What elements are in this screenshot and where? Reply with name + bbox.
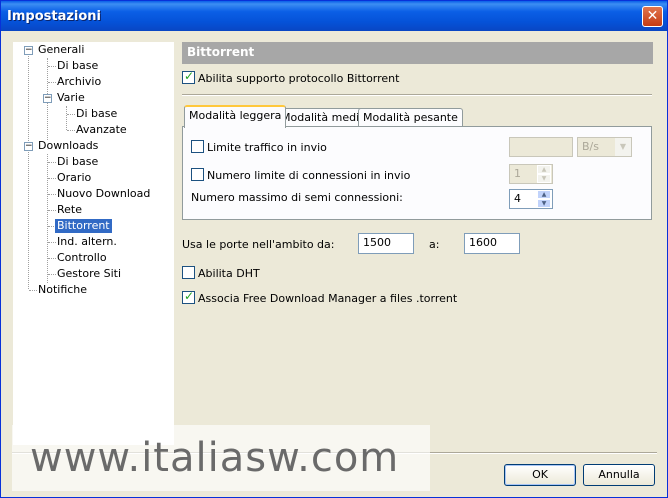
upload-limit-label: Limite traffico in invio bbox=[207, 141, 327, 154]
divider bbox=[182, 94, 652, 96]
dht-label: Abilita DHT bbox=[198, 267, 260, 280]
tree-line bbox=[48, 258, 56, 259]
tree-line bbox=[67, 130, 75, 131]
upload-limit-unit: B/s bbox=[582, 140, 599, 153]
title-bar[interactable]: Impostazioni ✕ bbox=[1, 1, 667, 31]
chevron-down-icon: ▼ bbox=[615, 138, 631, 156]
spin-up-icon[interactable]: ▲ bbox=[537, 165, 551, 174]
spin-up-icon[interactable]: ▲ bbox=[537, 190, 551, 199]
tree-item-downloads[interactable]: Downloads bbox=[38, 139, 98, 153]
ok-button[interactable]: OK bbox=[504, 464, 576, 486]
port-range-label: Usa le porte nell'ambito da: bbox=[182, 238, 335, 251]
tree-item-ind-altern[interactable]: Ind. altern. bbox=[57, 235, 117, 249]
tree-line bbox=[29, 290, 37, 291]
enable-bittorrent-checkbox[interactable] bbox=[182, 69, 195, 84]
tree-line bbox=[66, 106, 67, 130]
tab-heavy-mode[interactable]: Modalità pesante bbox=[358, 108, 463, 127]
tree-line bbox=[48, 226, 54, 227]
tree-item-rete[interactable]: Rete bbox=[57, 203, 82, 217]
spin-down-icon[interactable]: ▼ bbox=[537, 199, 551, 208]
settings-dialog: Impostazioni ✕ − Generali Di base Archiv… bbox=[0, 0, 668, 498]
port-from-input[interactable]: 1500 bbox=[358, 233, 414, 254]
tree-line bbox=[48, 178, 56, 179]
tree-item-avanzate[interactable]: Avanzate bbox=[76, 123, 127, 137]
spin-down-icon[interactable]: ▼ bbox=[537, 174, 551, 183]
tab-medium-mode[interactable]: Modalità media bbox=[276, 108, 371, 127]
upload-connections-label: Numero limite di connessioni in invio bbox=[207, 169, 411, 182]
tree-item-nuovo-download[interactable]: Nuovo Download bbox=[57, 187, 150, 201]
window-title: Impostazioni bbox=[7, 9, 102, 24]
half-connections-label: Numero massimo di semi connessioni: bbox=[191, 191, 403, 204]
tree-item-generali[interactable]: Generali bbox=[38, 43, 84, 57]
tree-line bbox=[48, 210, 56, 211]
collapse-generali-icon[interactable]: − bbox=[24, 46, 33, 55]
tree-line bbox=[48, 274, 56, 275]
tree-line bbox=[28, 54, 29, 289]
port-to-label: a: bbox=[429, 238, 440, 251]
tree-item-orario[interactable]: Orario bbox=[57, 171, 91, 185]
tree-item-downloads-di-base[interactable]: Di base bbox=[57, 155, 98, 169]
tree-item-varie[interactable]: Varie bbox=[57, 91, 85, 105]
collapse-varie-icon[interactable]: − bbox=[43, 94, 52, 103]
port-to-input[interactable]: 1600 bbox=[464, 233, 520, 254]
tree-item-varie-di-base[interactable]: Di base bbox=[76, 107, 117, 121]
section-header: Bittorrent bbox=[182, 42, 653, 64]
tree-line bbox=[48, 194, 56, 195]
watermark: www.italiasw.com bbox=[12, 425, 430, 491]
tree-item-controllo[interactable]: Controllo bbox=[57, 251, 107, 265]
tree-line bbox=[48, 242, 56, 243]
tree-item-archivio[interactable]: Archivio bbox=[57, 75, 101, 89]
close-button[interactable]: ✕ bbox=[642, 6, 663, 27]
associate-torrent-label: Associa Free Download Manager a files .t… bbox=[198, 292, 458, 305]
dht-checkbox[interactable] bbox=[182, 266, 195, 279]
tree-item-notifiche[interactable]: Notifiche bbox=[38, 283, 87, 297]
tree-line bbox=[48, 162, 56, 163]
upload-limit-unit-select[interactable]: B/s ▼ bbox=[577, 137, 632, 157]
settings-tree[interactable]: − Generali Di base Archivio − Varie Di b… bbox=[12, 41, 175, 446]
tab-light-mode[interactable]: Modalità leggera bbox=[184, 105, 287, 128]
upload-limit-checkbox[interactable] bbox=[191, 140, 204, 153]
upload-connections-checkbox[interactable] bbox=[191, 168, 204, 181]
tree-line bbox=[48, 66, 56, 67]
tree-item-gestore-siti[interactable]: Gestore Siti bbox=[57, 267, 121, 281]
upload-limit-input[interactable] bbox=[509, 137, 573, 157]
tree-item-di-base[interactable]: Di base bbox=[57, 59, 98, 73]
associate-torrent-checkbox[interactable] bbox=[182, 289, 195, 304]
tree-line bbox=[47, 154, 48, 283]
collapse-downloads-icon[interactable]: − bbox=[24, 142, 33, 151]
tree-line bbox=[67, 114, 75, 115]
tree-line bbox=[48, 82, 56, 83]
cancel-button[interactable]: Annulla bbox=[583, 464, 655, 486]
close-icon: ✕ bbox=[646, 8, 659, 24]
tree-item-bittorrent[interactable]: Bittorrent bbox=[55, 219, 112, 233]
enable-bittorrent-label: Abilita supporto protocollo Bittorrent bbox=[198, 72, 400, 85]
